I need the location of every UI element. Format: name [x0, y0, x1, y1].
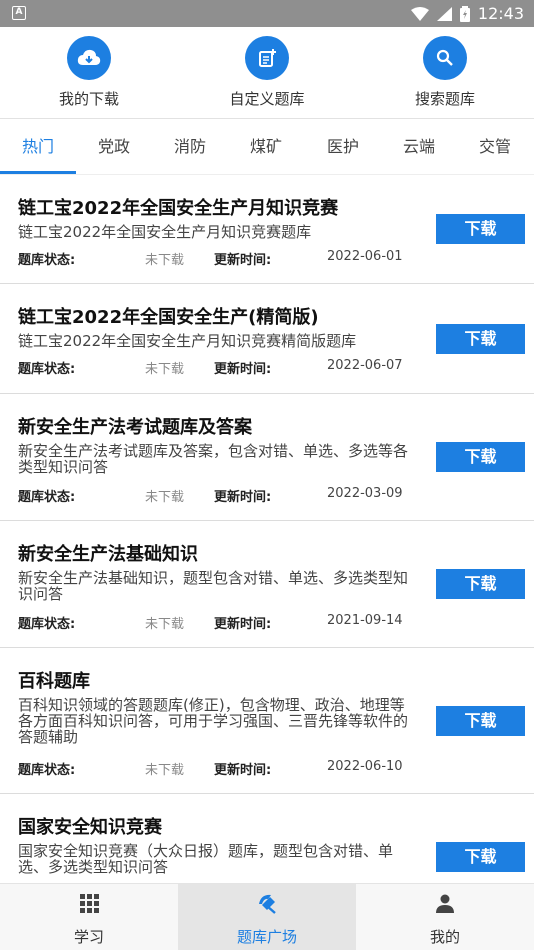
download-button[interactable]: 下载: [436, 214, 525, 244]
bank-title: 新安全生产法考试题库及答案: [18, 417, 252, 438]
bank-description: 链工宝2022年全国安全生产月知识竞赛精简版题库: [18, 332, 357, 350]
tab-traffic[interactable]: 交管: [457, 120, 533, 174]
category-tabs: 热门 党政 消防 煤矿 医护 云端 交管: [0, 120, 534, 174]
status-bar: A 12:43: [0, 0, 534, 27]
bank-title: 新安全生产法基础知识: [18, 544, 198, 565]
square-plaza-icon: [256, 892, 278, 914]
battery-icon: [459, 5, 470, 22]
search-icon: [423, 36, 467, 80]
status-key: 题库状态:: [18, 763, 76, 778]
nav-bank-plaza-label: 题库广场: [236, 928, 297, 946]
tab-coal-mine[interactable]: 煤矿: [228, 120, 304, 174]
bank-title: 百科题库: [18, 671, 90, 692]
tab-medical[interactable]: 医护: [305, 120, 381, 174]
bank-description: 新安全生产法考试题库及答案，包含对错、单选、多选等各类型知识问答: [18, 442, 409, 476]
tab-party[interactable]: 党政: [76, 120, 152, 174]
updated-key: 更新时间:: [214, 763, 272, 778]
nav-mine[interactable]: 我的: [356, 884, 534, 950]
bank-description: 国家安全知识竞赛（大众日报）题库，题型包含对错、单选、多选类型知识问答: [18, 842, 394, 876]
question-bank-list: 链工宝2022年全国安全生产月知识竞赛 链工宝2022年全国安全生产月知识竞赛题…: [0, 175, 534, 883]
status-key: 题库状态:: [18, 490, 76, 505]
status-value: 未下载: [145, 362, 185, 377]
bank-card[interactable]: 链工宝2022年全国安全生产(精简版) 链工宝2022年全国安全生产月知识竞赛精…: [0, 284, 534, 394]
search-bank-button[interactable]: 搜索题库: [375, 36, 515, 109]
updated-key: 更新时间:: [214, 617, 272, 632]
status-value: 未下载: [145, 490, 185, 505]
nav-mine-label: 我的: [429, 928, 460, 946]
wifi-icon: [410, 6, 429, 21]
bank-title: 链工宝2022年全国安全生产月知识竞赛: [18, 198, 339, 219]
updated-key: 更新时间:: [214, 253, 272, 268]
status-key: 题库状态:: [18, 362, 76, 377]
status-value: 未下载: [145, 617, 185, 632]
bank-description: 新安全生产法基础知识，题型包含对错、单选、多选类型知识问答: [18, 569, 409, 603]
updated-key: 更新时间:: [214, 362, 272, 377]
status-value: 未下载: [145, 763, 185, 778]
system-icons: 12:43: [410, 0, 524, 27]
updated-key: 更新时间:: [214, 490, 272, 505]
bank-card[interactable]: 新安全生产法考试题库及答案 新安全生产法考试题库及答案，包含对错、单选、多选等各…: [0, 394, 534, 521]
grid-icon: [78, 892, 100, 914]
edit-note-icon: [245, 36, 289, 80]
signal-icon: [436, 6, 452, 21]
custom-bank-label: 自定义题库: [229, 90, 305, 108]
bank-title: 国家安全知识竞赛: [18, 817, 162, 838]
my-downloads-button[interactable]: 我的下载: [19, 36, 159, 109]
download-button[interactable]: 下载: [436, 442, 525, 472]
bank-title: 链工宝2022年全国安全生产(精简版): [18, 307, 319, 328]
tab-hot[interactable]: 热门: [0, 120, 76, 174]
bank-card[interactable]: 百科题库 百科知识领域的答题题库(修正)，包含物理、政治、地理等各方面百科知识问…: [0, 648, 534, 794]
bank-card[interactable]: 链工宝2022年全国安全生产月知识竞赛 链工宝2022年全国安全生产月知识竞赛题…: [0, 175, 534, 284]
download-button[interactable]: 下载: [436, 324, 525, 354]
quick-actions: 我的下载 自定义题库 搜索题库: [0, 27, 534, 119]
download-button[interactable]: 下载: [436, 706, 525, 736]
clock: 12:43: [477, 4, 524, 23]
nav-study[interactable]: 学习: [0, 884, 178, 950]
tab-fire[interactable]: 消防: [152, 120, 228, 174]
updated-value: 2022-06-01: [327, 249, 403, 264]
my-downloads-label: 我的下载: [58, 90, 119, 108]
cloud-download-icon: [67, 36, 111, 80]
nav-study-label: 学习: [73, 928, 104, 946]
bank-description: 百科知识领域的答题题库(修正)，包含物理、政治、地理等各方面百科知识问答，可用于…: [18, 696, 409, 746]
search-bank-label: 搜索题库: [414, 90, 475, 108]
status-key: 题库状态:: [18, 617, 76, 632]
custom-bank-button[interactable]: 自定义题库: [197, 36, 337, 109]
updated-value: 2022-06-07: [327, 358, 403, 373]
updated-value: 2022-03-09: [327, 486, 403, 501]
app-notification-icon: A: [12, 6, 26, 20]
tab-cloud[interactable]: 云端: [381, 120, 457, 174]
bank-card[interactable]: 新安全生产法基础知识 新安全生产法基础知识，题型包含对错、单选、多选类型知识问答…: [0, 521, 534, 648]
person-icon: [434, 892, 456, 914]
download-button[interactable]: 下载: [436, 842, 525, 872]
nav-bank-plaza[interactable]: 题库广场: [178, 884, 356, 950]
bottom-navigation: 学习 题库广场 我的: [0, 883, 534, 950]
download-button[interactable]: 下载: [436, 569, 525, 599]
bank-description: 链工宝2022年全国安全生产月知识竞赛题库: [18, 223, 312, 241]
updated-value: 2022-06-10: [327, 759, 403, 774]
bank-card[interactable]: 国家安全知识竞赛 国家安全知识竞赛（大众日报）题库，题型包含对错、单选、多选类型…: [0, 794, 534, 883]
status-value: 未下载: [145, 253, 185, 268]
updated-value: 2021-09-14: [327, 613, 403, 628]
status-key: 题库状态:: [18, 253, 76, 268]
